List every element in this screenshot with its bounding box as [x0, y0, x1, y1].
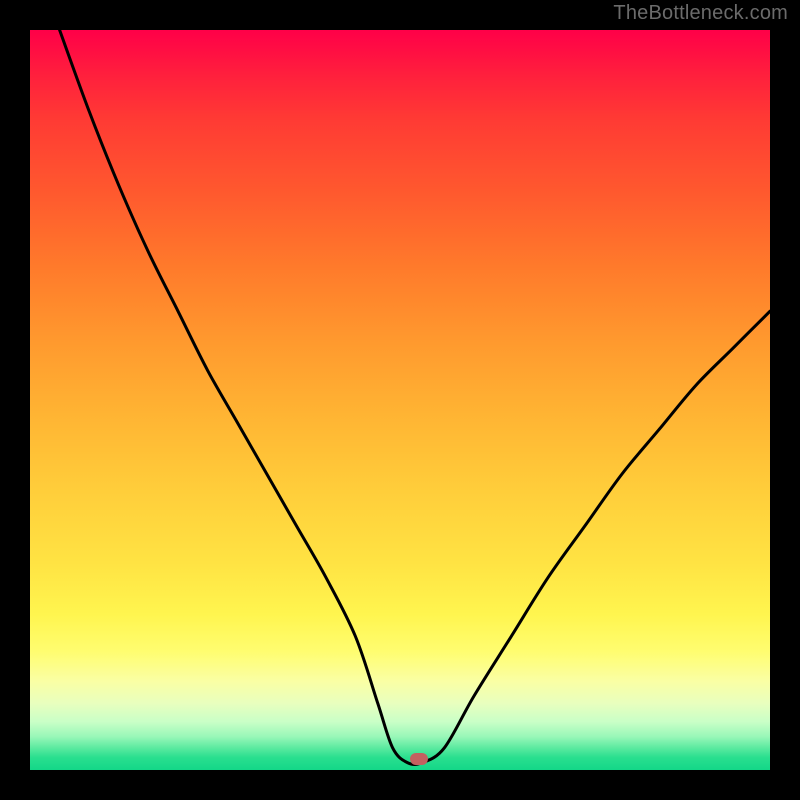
- plot-area: [30, 30, 770, 770]
- watermark-text: TheBottleneck.com: [613, 2, 788, 25]
- chart-frame: TheBottleneck.com: [0, 0, 800, 800]
- curve-layer: [30, 30, 770, 770]
- minimum-marker-icon: [410, 753, 428, 765]
- main-curve: [60, 30, 770, 764]
